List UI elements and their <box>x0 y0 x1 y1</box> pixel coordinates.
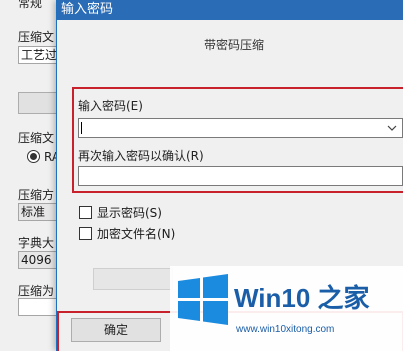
dialog-titlebar[interactable]: 输入密码 <box>57 0 403 20</box>
method-select[interactable]: 标准 <box>18 203 58 221</box>
watermark: Win10 之家 www.win10xitong.com <box>170 266 403 351</box>
compress-file-field[interactable]: 工艺过 <box>18 46 58 64</box>
encrypt-filenames-checkbox[interactable] <box>79 227 92 240</box>
format-label: 压缩文 <box>18 131 55 145</box>
rar-radio[interactable] <box>27 150 40 163</box>
dialog-title: 输入密码 <box>61 2 114 17</box>
show-password-option[interactable]: 显示密码(S) <box>79 204 162 221</box>
password-label: 输入密码(E) <box>78 99 143 113</box>
windows-logo-icon <box>178 274 228 325</box>
watermark-url: www.win10xitong.com <box>236 324 335 335</box>
encrypt-filenames-option[interactable]: 加密文件名(N) <box>79 225 175 242</box>
text-caret <box>81 122 82 134</box>
watermark-brand: Win10 之家 <box>234 283 370 313</box>
browse-button[interactable] <box>18 92 58 114</box>
encrypt-filenames-label: 加密文件名(N) <box>97 227 176 241</box>
general-tab[interactable]: 常规 <box>18 0 42 11</box>
split-label: 压缩为 <box>18 284 55 298</box>
show-password-checkbox[interactable] <box>79 206 92 219</box>
disabled-button <box>93 268 173 290</box>
split-field[interactable] <box>18 298 58 316</box>
confirm-password-input[interactable] <box>78 166 403 186</box>
chevron-down-icon[interactable] <box>386 122 398 134</box>
compress-file-label: 压缩文 <box>18 30 55 44</box>
confirm-password-label: 再次输入密码以确认(R) <box>78 149 204 163</box>
ok-button[interactable]: 确定 <box>71 318 161 342</box>
dict-select[interactable]: 4096 K <box>18 251 58 269</box>
dialog-heading: 带密码压缩 <box>204 38 265 52</box>
show-password-label: 显示密码(S) <box>97 206 162 220</box>
dict-label: 字典大 <box>18 236 55 250</box>
password-input[interactable] <box>78 118 403 138</box>
method-label: 压缩方 <box>18 188 55 202</box>
